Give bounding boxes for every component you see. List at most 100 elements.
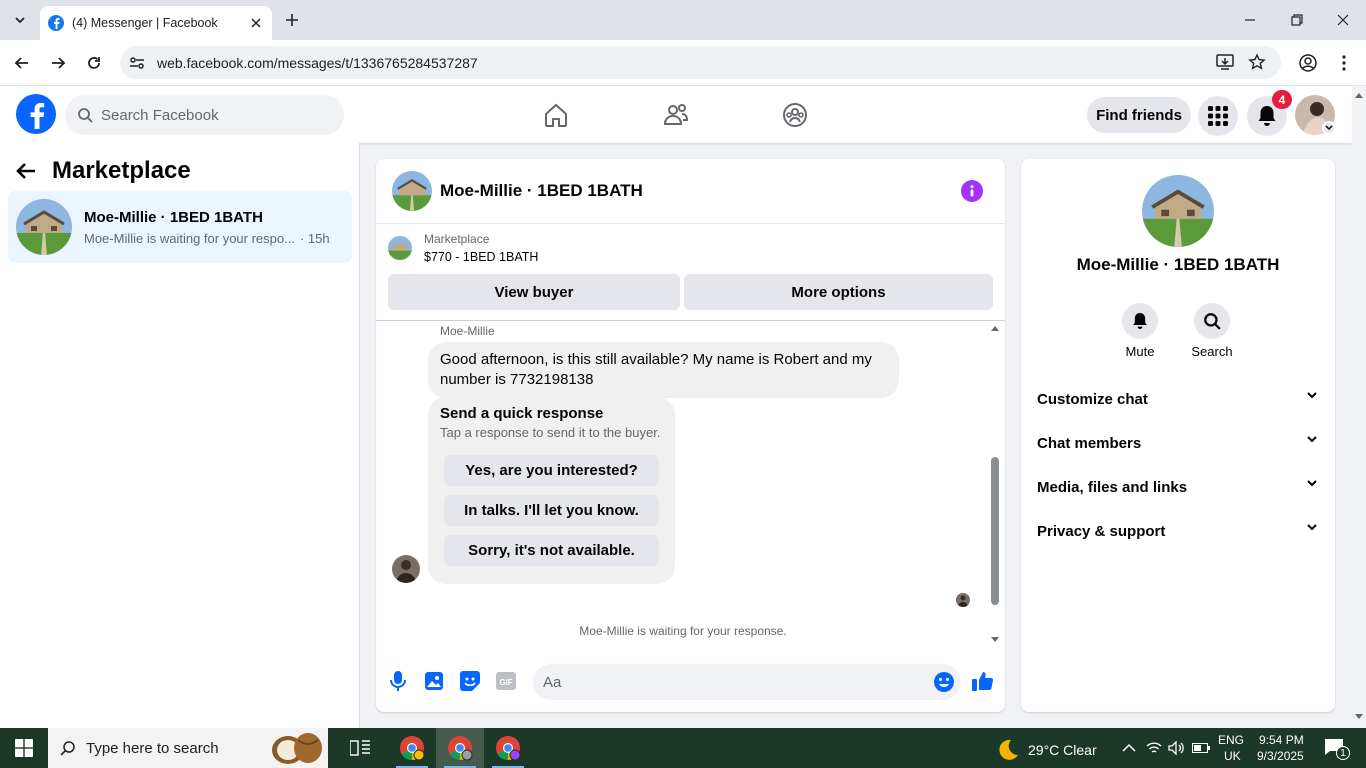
gif-icon[interactable]: GIF — [494, 669, 518, 693]
chrome-icon — [448, 736, 473, 761]
more-vertical-icon — [1342, 55, 1346, 71]
back-arrow-icon[interactable] — [16, 162, 36, 180]
close-icon — [1337, 14, 1349, 26]
search-icon — [60, 741, 75, 756]
battery-icon[interactable] — [1192, 743, 1210, 753]
page-scrollbar[interactable] — [1352, 86, 1366, 728]
quick-response-option[interactable]: Yes, are you interested? — [444, 455, 659, 486]
reload-button[interactable] — [82, 51, 106, 75]
more-options-button[interactable]: More options — [684, 274, 993, 310]
browser-tab[interactable]: (4) Messenger | Facebook — [40, 6, 272, 40]
minimize-button[interactable] — [1238, 8, 1262, 32]
arrow-left-icon — [14, 57, 28, 69]
search-action[interactable]: Search — [1182, 303, 1242, 359]
search-icon — [78, 108, 93, 123]
customize-chat-section[interactable]: Customize chat — [1029, 377, 1327, 421]
language-indicator[interactable]: ENG — [1218, 733, 1244, 747]
friends-nav-icon[interactable] — [660, 99, 692, 131]
restore-button[interactable] — [1285, 8, 1309, 32]
media-files-links-section[interactable]: Media, files and links — [1029, 465, 1327, 509]
scroll-down-icon[interactable] — [1355, 714, 1363, 720]
windows-logo-icon — [15, 739, 33, 757]
scroll-up-icon[interactable] — [990, 325, 1000, 331]
section-label: Chat members — [1037, 434, 1142, 452]
details-avatar[interactable] — [1142, 175, 1214, 247]
conversation-item[interactable]: Moe-Millie · 1BED 1BATH Moe-Millie is wa… — [8, 191, 352, 263]
info-icon[interactable] — [961, 180, 983, 202]
back-button[interactable] — [10, 51, 34, 75]
install-app-icon[interactable] — [1215, 53, 1235, 76]
url-text[interactable]: web.facebook.com/messages/t/133676528453… — [157, 55, 478, 71]
chat-title[interactable]: Moe-Millie · 1BED 1BATH — [440, 181, 643, 201]
conversation-preview: Moe-Millie is waiting for your respo... — [84, 230, 295, 246]
profile-button[interactable] — [1296, 51, 1320, 75]
notification-center-button[interactable]: 1 — [1324, 738, 1350, 760]
microphone-icon[interactable] — [386, 669, 410, 693]
account-chevron-icon[interactable] — [1322, 121, 1336, 135]
clock-time[interactable]: 9:54 PM — [1259, 733, 1304, 747]
home-nav-icon[interactable] — [540, 99, 572, 131]
facebook-search[interactable] — [65, 95, 344, 135]
scroll-up-icon[interactable] — [1355, 92, 1363, 98]
quick-response-heading: Send a quick response — [440, 405, 604, 422]
bell-icon[interactable] — [1122, 303, 1158, 339]
message-bubble[interactable]: Good afternoon, is this still available?… — [428, 342, 899, 398]
start-button[interactable] — [0, 728, 48, 768]
groups-nav-icon[interactable] — [779, 99, 811, 131]
tab-title: (4) Messenger | Facebook — [72, 16, 218, 30]
weather-widget[interactable]: 29°C Clear — [996, 738, 1097, 762]
chat-members-section[interactable]: Chat members — [1029, 421, 1327, 465]
message-input[interactable] — [543, 673, 913, 691]
taskbar-search[interactable]: Type here to search — [48, 728, 328, 768]
waiting-status: Moe-Millie is waiting for your response. — [579, 624, 787, 638]
notification-badge: 4 — [1272, 90, 1292, 109]
privacy-support-section[interactable]: Privacy & support — [1029, 509, 1327, 553]
search-label: Search — [1191, 344, 1233, 359]
like-thumb-icon[interactable] — [971, 669, 995, 693]
sticker-icon[interactable] — [458, 669, 482, 693]
task-view-button[interactable] — [336, 728, 384, 768]
close-window-button[interactable] — [1331, 8, 1355, 32]
facebook-favicon-icon — [48, 15, 64, 31]
search-icon[interactable] — [1194, 303, 1230, 339]
chrome-taskbar-app-3[interactable] — [484, 728, 532, 768]
chevron-up-icon[interactable] — [1122, 743, 1136, 753]
tab-search-button[interactable] — [8, 8, 32, 32]
view-buyer-button[interactable]: View buyer — [388, 274, 680, 310]
photo-icon[interactable] — [422, 669, 446, 693]
forward-button[interactable] — [46, 51, 70, 75]
facebook-logo-icon[interactable] — [16, 94, 56, 134]
language-region: UK — [1224, 749, 1241, 763]
scrollbar-thumb[interactable] — [991, 457, 999, 605]
address-bar[interactable]: web.facebook.com/messages/t/133676528453… — [120, 46, 1281, 79]
message-scrollbar[interactable] — [990, 321, 1000, 655]
chat-avatar[interactable] — [392, 171, 432, 211]
grid-menu-icon — [1208, 106, 1228, 126]
quick-response-subtext: Tap a response to send it to the buyer. — [440, 425, 661, 440]
volume-icon[interactable] — [1168, 741, 1184, 755]
chrome-taskbar-app-2[interactable] — [436, 728, 484, 768]
chat-panel: Moe-Millie · 1BED 1BATH Marketplace $770… — [376, 159, 1005, 712]
bookmark-star-icon[interactable] — [1248, 53, 1266, 76]
marketplace-listing-info[interactable]: Marketplace $770 - 1BED 1BATH — [388, 232, 538, 264]
mute-action[interactable]: Mute — [1110, 303, 1170, 359]
wifi-icon[interactable] — [1146, 741, 1162, 755]
reload-icon — [88, 57, 100, 69]
scroll-down-icon[interactable] — [990, 637, 1000, 643]
sender-avatar[interactable] — [392, 555, 420, 583]
facebook-search-input[interactable] — [101, 106, 321, 124]
menu-button[interactable] — [1198, 96, 1238, 136]
emoji-icon[interactable] — [933, 671, 955, 698]
chrome-taskbar-app-1[interactable] — [388, 728, 436, 768]
site-settings-icon[interactable] — [128, 54, 146, 77]
quick-response-option[interactable]: In talks. I'll let you know. — [444, 495, 659, 526]
conversation-time: · 15h — [299, 230, 330, 246]
windows-taskbar: Type here to search 29°C Clear ENG UK 9:… — [0, 728, 1366, 768]
clock-date: 9/3/2025 — [1257, 749, 1304, 763]
tab-close-icon[interactable] — [246, 13, 266, 33]
find-friends-button[interactable]: Find friends — [1087, 97, 1191, 133]
new-tab-button[interactable] — [282, 10, 302, 30]
browser-menu-button[interactable] — [1332, 51, 1356, 75]
message-input-box[interactable] — [533, 664, 961, 700]
quick-response-option[interactable]: Sorry, it's not available. — [444, 535, 659, 566]
